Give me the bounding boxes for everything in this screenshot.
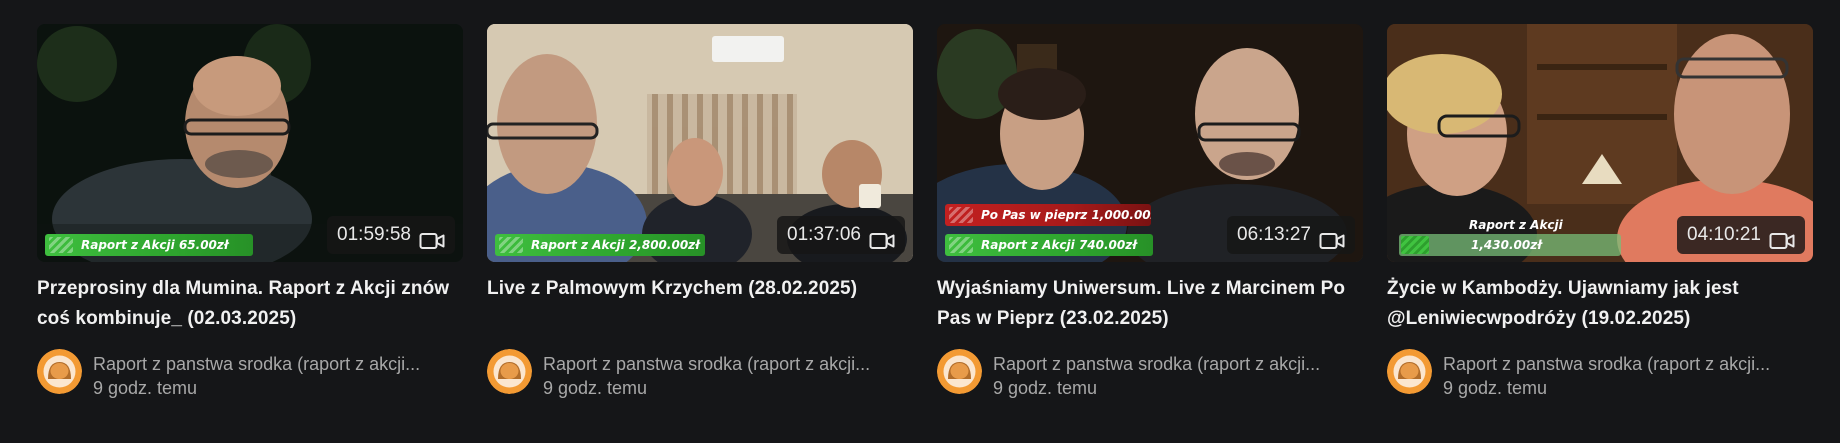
banner-stripes	[499, 237, 523, 253]
video-card[interactable]: Raport z Akcji 65.00zł 01:59:58 Przepros…	[37, 24, 463, 400]
video-card[interactable]: Raport z Akcji 1,430.00zł 04:10:21 Życie…	[1387, 24, 1813, 400]
upload-age: 9 godz. temu	[93, 378, 198, 398]
channel-name[interactable]: Raport z panstwa srodka (raport z akcji.…	[993, 352, 1363, 376]
donation-banner: Raport z Akcji 740.00zł	[945, 234, 1153, 256]
video-meta: Raport z panstwa srodka (raport z akcji.…	[487, 349, 913, 400]
channel-name[interactable]: Raport z panstwa srodka (raport z akcji.…	[543, 352, 913, 376]
video-thumbnail[interactable]: Raport z Akcji 1,430.00zł 04:10:21	[1387, 24, 1813, 262]
video-thumbnail[interactable]: Raport z Akcji 2,800.00zł 01:37:06	[487, 24, 913, 262]
duration-text: 04:10:21	[1687, 224, 1761, 245]
video-grid: Raport z Akcji 65.00zł 01:59:58 Przepros…	[0, 0, 1840, 443]
donation-banner-red: Po Pas w pieprz 1,000.00zł	[945, 204, 1151, 226]
channel-name[interactable]: Raport z panstwa srodka (raport z akcji.…	[1443, 352, 1813, 376]
duration-badge: 01:59:58	[327, 216, 455, 254]
channel-name[interactable]: Raport z panstwa srodka (raport z akcji.…	[93, 352, 463, 376]
video-title[interactable]: Życie w Kambodży. Ujawniamy jak jest @Le…	[1387, 274, 1813, 334]
banner-text: Raport z Akcji 2,800.00zł	[531, 238, 700, 252]
meta-text: Raport z panstwa srodka (raport z akcji.…	[93, 349, 463, 400]
upload-age: 9 godz. temu	[543, 378, 648, 398]
video-thumbnail[interactable]: Raport z Akcji 65.00zł 01:59:58	[37, 24, 463, 262]
duration-text: 01:37:06	[787, 224, 861, 245]
duration-badge: 04:10:21	[1677, 216, 1805, 254]
donation-banner: Raport z Akcji 2,800.00zł	[495, 234, 705, 256]
video-camera-icon	[1769, 226, 1795, 249]
video-camera-icon	[1319, 226, 1345, 249]
channel-avatar-icon[interactable]	[937, 349, 982, 394]
donation-banner-pale: 1,430.00zł	[1399, 234, 1621, 256]
video-thumbnail[interactable]: Po Pas w pieprz 1,000.00zł Raport z Akcj…	[937, 24, 1363, 262]
banner-text: Raport z Akcji 740.00zł	[981, 238, 1137, 252]
meta-text: Raport z panstwa srodka (raport z akcji.…	[1443, 349, 1813, 400]
video-camera-icon	[869, 226, 895, 249]
channel-avatar-icon[interactable]	[1387, 349, 1432, 394]
meta-text: Raport z panstwa srodka (raport z akcji.…	[993, 349, 1363, 400]
video-title[interactable]: Live z Palmowym Krzychem (28.02.2025)	[487, 274, 913, 334]
donation-label: Raport z Akcji	[1469, 218, 1563, 232]
banner-stripes	[949, 237, 973, 253]
duration-text: 06:13:27	[1237, 224, 1311, 245]
channel-avatar-icon[interactable]	[37, 349, 82, 394]
banner-stripes	[1401, 236, 1429, 254]
video-card[interactable]: Po Pas w pieprz 1,000.00zł Raport z Akcj…	[937, 24, 1363, 400]
video-meta: Raport z panstwa srodka (raport z akcji.…	[1387, 349, 1813, 400]
duration-text: 01:59:58	[337, 224, 411, 245]
video-camera-icon	[419, 226, 445, 249]
meta-text: Raport z panstwa srodka (raport z akcji.…	[543, 349, 913, 400]
upload-age: 9 godz. temu	[1443, 378, 1548, 398]
banner-stripes	[49, 237, 73, 253]
duration-badge: 06:13:27	[1227, 216, 1355, 254]
channel-avatar-icon[interactable]	[487, 349, 532, 394]
banner-text: Po Pas w pieprz 1,000.00zł	[981, 208, 1151, 222]
banner-stripes	[949, 207, 973, 223]
video-meta: Raport z panstwa srodka (raport z akcji.…	[37, 349, 463, 400]
video-title[interactable]: Wyjaśniamy Uniwersum. Live z Marcinem Po…	[937, 274, 1363, 334]
video-card[interactable]: Raport z Akcji 2,800.00zł 01:37:06 Live …	[487, 24, 913, 400]
video-title[interactable]: Przeprosiny dla Mumina. Raport z Akcji z…	[37, 274, 463, 334]
donation-banner: Raport z Akcji 65.00zł	[45, 234, 253, 256]
upload-age: 9 godz. temu	[993, 378, 1098, 398]
video-meta: Raport z panstwa srodka (raport z akcji.…	[937, 349, 1363, 400]
duration-badge: 01:37:06	[777, 216, 905, 254]
banner-text: 1,430.00zł	[1471, 238, 1542, 252]
banner-text: Raport z Akcji 65.00zł	[81, 238, 229, 252]
